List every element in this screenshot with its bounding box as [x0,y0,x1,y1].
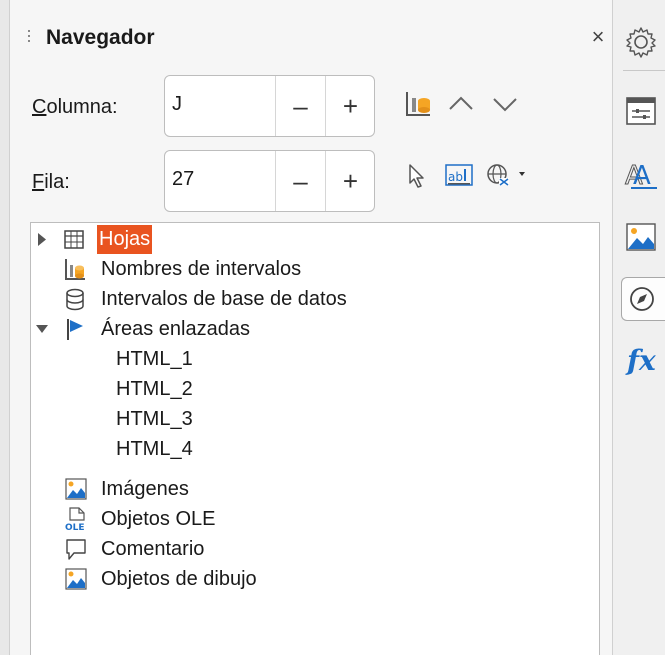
tree-item-label: HTML_2 [116,378,193,400]
drag-grip-icon[interactable] [28,28,32,50]
tree-item-intervalos-de-base-de-datos[interactable]: Intervalos de base de datos [31,285,591,314]
tree-item-nombres-de-intervalos[interactable]: Nombres de intervalos [31,255,591,284]
sidebar-divider [623,70,665,71]
table-sheet-icon [64,230,84,249]
sidebar-tabbar: A A fx [612,0,665,655]
drag-mode-pointer-icon[interactable] [403,161,433,191]
tree-item-objetos-de-dibujo[interactable]: Objetos de dibujo [31,565,591,594]
row-label: Fila: [32,171,70,193]
document-globe-dropdown-icon[interactable] [485,161,529,191]
panel-title: Navegador [46,26,155,49]
tree-item-label: Nombres de intervalos [101,258,302,280]
tree-item-label: Objetos de dibujo [101,568,257,590]
properties-gear-icon[interactable] [621,22,665,66]
tree-item-label: Áreas enlazadas [101,318,250,340]
svg-text:A: A [633,161,651,191]
next-chevron-icon[interactable] [490,89,520,119]
navigator-tree[interactable]: Hojas Nombres de intervalos Intervalos d… [30,222,600,655]
tree-item-label: Comentario [101,538,205,560]
range-names-icon [65,259,85,280]
tree-item-label: Imágenes [101,478,189,500]
tree-item-html-4[interactable]: HTML_4 [31,435,591,464]
tree-item-label: HTML_3 [116,408,193,430]
navigator-panel: Navegador × Columna: J – + Fila: 27 – + [0,0,612,655]
row-decrement-button[interactable]: – [275,151,325,211]
page-settings-icon[interactable] [621,90,665,134]
ole-object-icon: OLE [65,507,85,532]
tree-item-html-3[interactable]: HTML_3 [31,405,591,434]
fx-label: fx [627,344,656,377]
column-decrement-button[interactable]: – [275,76,325,136]
drawing-image-icon [65,568,87,590]
svg-text:OLE: OLE [65,523,85,532]
expand-arrow-icon[interactable] [33,225,51,254]
contents-abl-icon[interactable]: ab [444,161,474,191]
tree-item-html-2[interactable]: HTML_2 [31,375,591,404]
functions-fx-icon[interactable]: fx [621,340,665,384]
column-spinbox: J – + [164,75,375,137]
tree-item-comentario[interactable]: Comentario [31,535,591,564]
tree-item-label: Intervalos de base de datos [101,288,347,310]
database-icon [66,288,84,311]
flag-icon [67,319,83,340]
row-input[interactable]: 27 [172,168,194,191]
tree-item-hojas[interactable]: Hojas [31,225,591,254]
tree-item-label: HTML_1 [116,348,193,370]
tree-item-label: Objetos OLE [101,508,216,530]
range-names-icon[interactable] [403,89,433,119]
column-increment-button[interactable]: + [325,76,375,136]
tree-item-html-1[interactable]: HTML_1 [31,345,591,374]
column-label: Columna: [32,96,118,118]
tree-item-areas-enlazadas[interactable]: Áreas enlazadas [31,315,591,344]
panel-left-edge [0,0,10,655]
image-icon [65,478,87,500]
row-increment-button[interactable]: + [325,151,375,211]
column-input[interactable]: J [172,93,182,116]
collapse-arrow-icon[interactable] [33,315,51,344]
close-button[interactable]: × [585,23,611,51]
tree-item-imagenes[interactable]: Imágenes [31,475,591,504]
previous-chevron-icon[interactable] [446,89,476,119]
comment-icon [66,539,86,560]
tree-item-label: HTML_4 [116,438,193,460]
styles-icon[interactable]: A A [621,154,665,198]
tree-item-objetos-ole[interactable]: OLE Objetos OLE [31,505,591,534]
row-spinbox: 27 – + [164,150,375,212]
svg-text:ab: ab [448,170,463,184]
panel-titlebar: Navegador × [10,18,612,58]
gallery-icon[interactable] [621,216,665,260]
tree-item-label: Hojas [97,225,153,254]
navigator-compass-icon[interactable] [621,277,665,321]
